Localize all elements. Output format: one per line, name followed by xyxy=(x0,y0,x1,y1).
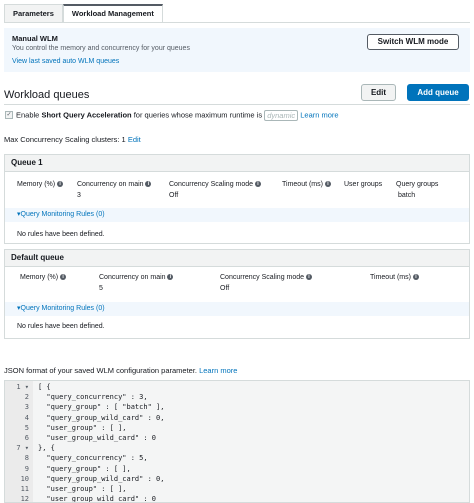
line-number: 1 ▾ xyxy=(16,383,29,391)
max-concurrency-label: Max Concurrency Scaling clusters: 1 xyxy=(4,135,126,144)
sqa-checkbox[interactable]: ✓ xyxy=(5,111,13,119)
json-section-label: JSON format of your saved WLM configurat… xyxy=(4,366,237,375)
memory-header-label: Memory (%) xyxy=(20,274,59,281)
json-label-text: JSON format of your saved WLM configurat… xyxy=(4,366,197,375)
code-line: }, { xyxy=(38,444,55,453)
line-number: 3 xyxy=(24,403,29,412)
user-groups-header: User groups xyxy=(344,181,383,188)
query-groups-value: batch xyxy=(398,192,416,199)
max-concurrency-edit-link[interactable]: Edit xyxy=(128,135,141,144)
code-line: "query_group_wild_card" : 0, xyxy=(38,413,165,422)
sqa-learn-more-link[interactable]: Learn more xyxy=(300,110,338,119)
code-line: "user_group" : [ ], xyxy=(38,485,127,493)
code-line: "query_group" : [ ], xyxy=(38,464,131,473)
sqa-label: Short Query Acceleration xyxy=(41,110,132,120)
tab-workload-management[interactable]: Workload Management xyxy=(62,4,163,22)
concurrency-value: 3 xyxy=(77,192,81,199)
line-number: 5 xyxy=(24,423,29,432)
qmr-label: Query Monitoring Rules (0) xyxy=(20,211,105,218)
concurrency-header: Concurrency on main i xyxy=(77,181,152,188)
line-number: 2 xyxy=(24,393,29,402)
code-line: [ { xyxy=(38,383,51,391)
switch-wlm-mode-button[interactable]: Switch WLM mode xyxy=(367,34,459,50)
code-line: "query_concurrency" : 3, xyxy=(38,393,148,402)
info-icon[interactable]: i xyxy=(167,274,174,281)
concurrency-value: 5 xyxy=(99,285,103,292)
sqa-suffix: for queries whose maximum runtime is xyxy=(133,110,263,120)
default-queue-title: Default queue xyxy=(5,250,469,267)
queue-1-title: Queue 1 xyxy=(5,155,469,172)
workload-queues-title: Workload queues xyxy=(4,89,90,101)
scaling-header: Concurrency Scaling mode i xyxy=(169,181,261,188)
line-number: 10 xyxy=(20,474,29,483)
memory-header: Memory (%) i xyxy=(20,274,67,281)
line-number: 12 xyxy=(20,495,29,503)
info-icon[interactable]: i xyxy=(57,181,64,188)
add-queue-button[interactable]: Add queue xyxy=(407,84,469,101)
timeout-header: Timeout (ms) i xyxy=(282,181,331,188)
info-icon[interactable]: i xyxy=(255,181,261,188)
info-icon[interactable]: i xyxy=(145,181,152,188)
sqa-row: Enable Short Query Acceleration for quer… xyxy=(16,110,339,121)
tab-bar: Parameters Workload Management xyxy=(4,4,163,22)
line-number: 11 xyxy=(20,485,29,493)
timeout-header: Timeout (ms) i xyxy=(370,274,419,281)
scaling-header-label: Concurrency Scaling mode xyxy=(169,181,254,188)
concurrency-header: Concurrency on main i xyxy=(99,274,174,281)
wlm-mode-title: Manual WLM xyxy=(12,34,58,43)
concurrency-header-label: Concurrency on main xyxy=(77,181,144,188)
scaling-header: Concurrency Scaling mode i xyxy=(220,274,312,281)
line-number: 7 ▾ xyxy=(16,444,29,453)
code-line: "query_group" : [ "batch" ], xyxy=(38,403,165,412)
no-rules-text: No rules have been defined. xyxy=(17,323,105,330)
scaling-header-label: Concurrency Scaling mode xyxy=(220,274,305,281)
tab-parameters[interactable]: Parameters xyxy=(4,4,63,22)
sqa-prefix: Enable xyxy=(16,110,40,120)
qmr-label: Query Monitoring Rules (0) xyxy=(20,305,105,312)
timeout-header-label: Timeout (ms) xyxy=(282,181,323,188)
code-line: "query_concurrency" : 5, xyxy=(38,454,148,463)
info-icon[interactable]: i xyxy=(412,274,419,281)
memory-header: Memory (%) i xyxy=(17,181,64,188)
scaling-value: Off xyxy=(169,192,179,199)
memory-header-label: Memory (%) xyxy=(17,181,56,188)
line-number: 8 xyxy=(24,454,29,463)
caret-down-icon: ▾ xyxy=(17,305,21,312)
code-line: "user_group_wild_card" : 0 xyxy=(38,434,157,442)
query-groups-header: Query groups xyxy=(396,181,439,188)
json-learn-more-link[interactable]: Learn more xyxy=(199,366,237,375)
line-number: 9 xyxy=(24,464,29,473)
caret-down-icon: ▾ xyxy=(17,211,21,218)
concurrency-header-label: Concurrency on main xyxy=(99,274,166,281)
info-icon[interactable]: i xyxy=(60,274,67,281)
max-concurrency-row: Max Concurrency Scaling clusters: 1 Edit xyxy=(4,135,141,144)
qmr-toggle[interactable]: ▾Query Monitoring Rules (0) xyxy=(5,208,469,222)
code-line: "user_group_wild_card" : 0 xyxy=(38,495,157,503)
qmr-toggle[interactable]: ▾Query Monitoring Rules (0) xyxy=(5,302,469,316)
tab-divider xyxy=(4,22,470,23)
edit-button[interactable]: Edit xyxy=(361,84,396,101)
code-line: "user_group" : [ ], xyxy=(38,423,127,432)
wlm-mode-description: You control the memory and concurrency f… xyxy=(12,45,190,52)
default-queue-panel: Default queue Memory (%) i Concurrency o… xyxy=(4,249,470,339)
line-number: 6 xyxy=(24,434,29,442)
queue-1-panel: Queue 1 Memory (%) i Concurrency on main… xyxy=(4,154,470,244)
line-number: 4 xyxy=(24,413,29,422)
timeout-header-label: Timeout (ms) xyxy=(370,274,411,281)
info-icon[interactable]: i xyxy=(324,181,331,188)
code-line: "query_group_wild_card" : 0, xyxy=(38,474,165,483)
no-rules-text: No rules have been defined. xyxy=(17,231,105,238)
json-code-editor[interactable]: 1 ▾ [ { 2 "query_concurrency" : 3, 3 "query… xyxy=(4,380,470,503)
scaling-value: Off xyxy=(220,285,230,292)
section-divider xyxy=(4,104,470,105)
info-icon[interactable]: i xyxy=(306,274,312,281)
view-auto-wlm-link[interactable]: View last saved auto WLM queues xyxy=(12,58,119,65)
runtime-dropdown[interactable]: dynamic xyxy=(264,110,299,121)
